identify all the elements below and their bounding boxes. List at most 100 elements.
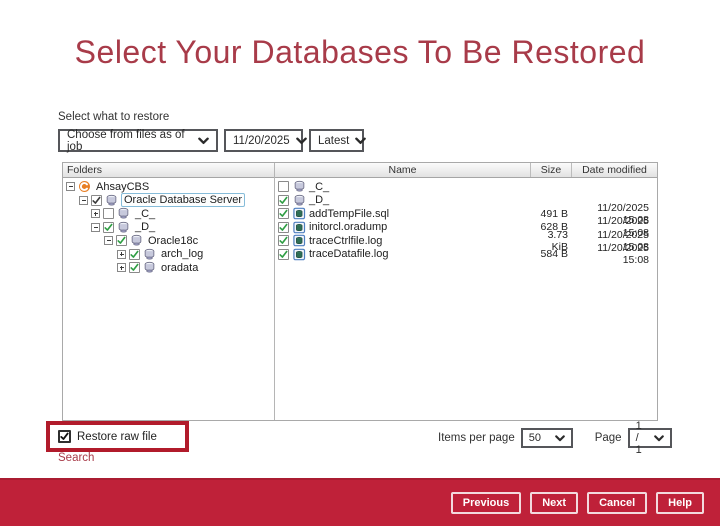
database-file-icon	[293, 234, 306, 247]
database-icon	[143, 248, 156, 261]
collapse-icon[interactable]	[104, 236, 113, 245]
restore-raw-file-highlight: Restore raw file	[46, 421, 189, 452]
tree-node-c-drive[interactable]: _C_	[63, 207, 274, 221]
next-button[interactable]: Next	[530, 492, 578, 514]
files-header-row: Name Size Date modified	[275, 163, 657, 178]
file-name: _C_	[309, 181, 329, 193]
column-header-name[interactable]: Name	[275, 163, 531, 177]
job-time-dropdown[interactable]: Latest	[309, 129, 364, 152]
database-icon	[130, 234, 143, 247]
file-name: initorcl.oradump	[309, 221, 387, 233]
folder-tree[interactable]: AhsayCBS Oracle Database Server _C_	[63, 178, 274, 420]
tree-checkbox-checked[interactable]	[129, 262, 140, 273]
drive-icon	[293, 194, 306, 207]
items-per-page-label: Items per page	[438, 432, 515, 444]
check-icon	[279, 208, 288, 219]
file-checkbox-checked[interactable]	[278, 208, 289, 219]
files-pane: Name Size Date modified _C_	[275, 163, 657, 420]
tree-node-label: AhsayCBS	[94, 181, 151, 193]
tree-checkbox-checked[interactable]	[103, 222, 114, 233]
tree-node-label: oradata	[159, 262, 200, 274]
check-icon	[279, 235, 288, 246]
collapse-icon[interactable]	[91, 223, 100, 232]
expand-icon[interactable]	[91, 209, 100, 218]
file-browser-panel: Folders AhsayCBS Oracle Database Server	[62, 162, 658, 421]
job-date-dropdown[interactable]: 11/20/2025	[224, 129, 303, 152]
expand-icon[interactable]	[117, 263, 126, 272]
column-header-size[interactable]: Size	[531, 163, 572, 177]
collapse-icon[interactable]	[79, 196, 88, 205]
database-file-icon	[293, 207, 306, 220]
tree-node-label: _C_	[133, 208, 157, 220]
tree-checkbox-checked[interactable]	[116, 235, 127, 246]
file-checkbox-checked[interactable]	[278, 235, 289, 246]
file-name: traceDatafile.log	[309, 248, 389, 260]
items-per-page-dropdown[interactable]: 50	[521, 428, 573, 448]
check-icon	[60, 431, 69, 442]
database-icon	[143, 261, 156, 274]
previous-button[interactable]: Previous	[451, 492, 521, 514]
file-date: 11/20/2025 15:08	[572, 242, 657, 266]
chevron-down-icon	[198, 137, 209, 145]
folders-header: Folders	[63, 163, 274, 178]
search-link[interactable]: Search	[58, 452, 94, 464]
check-icon	[279, 222, 288, 233]
restore-filter-label: Select what to restore	[58, 111, 169, 123]
check-icon	[130, 249, 139, 260]
drive-icon	[117, 207, 130, 220]
drive-icon	[293, 180, 306, 193]
page-value: 1 / 1	[636, 420, 648, 456]
chevron-down-icon	[355, 137, 366, 145]
check-icon	[279, 249, 288, 260]
file-checkbox-checked[interactable]	[278, 222, 289, 233]
restore-filter-row: Choose from files as of job 11/20/2025 L…	[58, 129, 364, 152]
restore-wizard-screen: Select Your Databases To Be Restored Sel…	[0, 0, 720, 526]
file-name: _D_	[309, 194, 329, 206]
file-size: 491 B	[531, 208, 572, 220]
database-server-icon	[105, 194, 118, 207]
drive-icon	[117, 221, 130, 234]
job-date-value: 11/20/2025	[233, 135, 290, 147]
check-icon	[130, 262, 139, 273]
file-checkbox-checked[interactable]	[278, 249, 289, 260]
file-checkbox-unchecked[interactable]	[278, 181, 289, 192]
job-time-value: Latest	[318, 135, 349, 147]
tree-node-oradata[interactable]: oradata	[63, 261, 274, 275]
wizard-action-bar: Previous Next Cancel Help	[0, 478, 720, 526]
tree-node-oracle18c[interactable]: Oracle18c	[63, 234, 274, 248]
cancel-button[interactable]: Cancel	[587, 492, 647, 514]
folders-pane: Folders AhsayCBS Oracle Database Server	[63, 163, 275, 420]
file-name: addTempFile.sql	[309, 208, 389, 220]
page-dropdown[interactable]: 1 / 1	[628, 428, 672, 448]
file-list[interactable]: _C_ _D_	[275, 178, 657, 420]
tree-node-arch-log[interactable]: arch_log	[63, 248, 274, 262]
tree-node-label: arch_log	[159, 248, 205, 260]
file-row[interactable]: _C_	[275, 180, 657, 194]
restore-raw-file-checkbox[interactable]	[58, 430, 71, 443]
chevron-down-icon	[555, 435, 565, 442]
file-row[interactable]: traceDatafile.log 584 B 11/20/2025 15:08	[275, 248, 657, 262]
database-file-icon	[293, 221, 306, 234]
restore-raw-file-label: Restore raw file	[77, 431, 157, 443]
tree-checkbox-partial[interactable]	[91, 195, 102, 206]
collapse-icon[interactable]	[66, 182, 75, 191]
database-file-icon	[293, 248, 306, 261]
tree-node-oracle-database-server[interactable]: Oracle Database Server	[63, 194, 274, 208]
tree-checkbox-checked[interactable]	[129, 249, 140, 260]
restore-source-dropdown[interactable]: Choose from files as of job	[58, 129, 218, 152]
pagination-controls: Items per page 50 Page 1 / 1	[438, 428, 672, 448]
tree-checkbox-unchecked[interactable]	[103, 208, 114, 219]
tree-node-d-drive[interactable]: _D_	[63, 221, 274, 235]
column-header-date-modified[interactable]: Date modified	[572, 163, 657, 177]
expand-icon[interactable]	[117, 250, 126, 259]
chevron-down-icon	[296, 137, 307, 145]
tree-node-label: _D_	[133, 221, 157, 233]
file-size: 584 B	[531, 248, 572, 260]
check-icon	[117, 235, 126, 246]
check-icon	[104, 222, 113, 233]
file-checkbox-checked[interactable]	[278, 195, 289, 206]
tree-node-ahsaycbs[interactable]: AhsayCBS	[63, 180, 274, 194]
file-name: traceCtrlfile.log	[309, 235, 382, 247]
page-label: Page	[595, 432, 622, 444]
help-button[interactable]: Help	[656, 492, 704, 514]
